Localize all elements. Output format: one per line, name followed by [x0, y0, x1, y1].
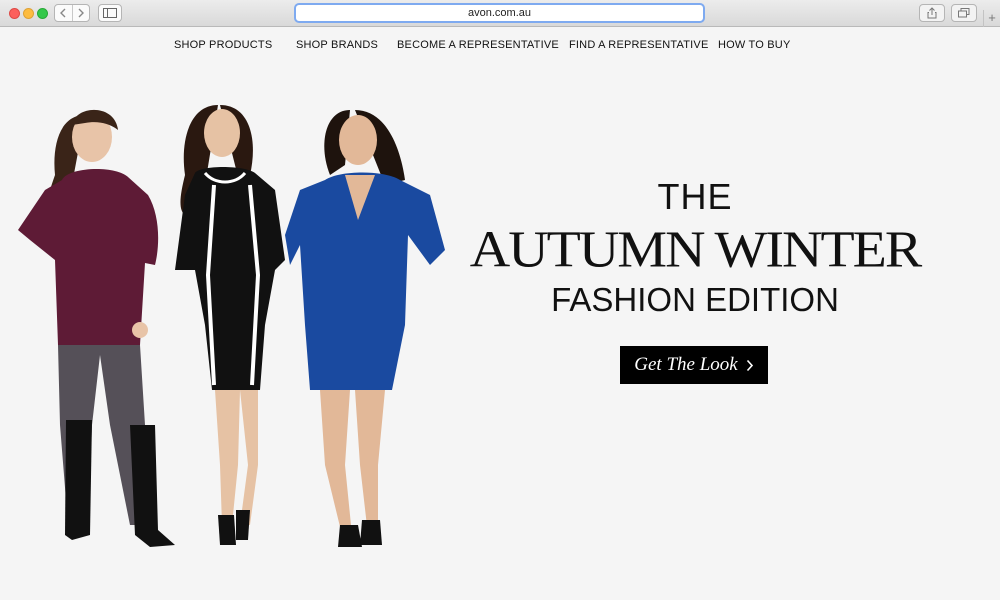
chevron-right-icon	[746, 359, 753, 371]
close-window-button[interactable]	[9, 8, 20, 19]
model-1-figure	[18, 109, 175, 547]
hero-models-image	[18, 105, 445, 547]
address-bar[interactable]: avon.com.au	[294, 3, 705, 23]
new-tab-button[interactable]: +	[983, 10, 1000, 27]
tabs-icon	[958, 8, 970, 18]
back-button[interactable]	[55, 5, 72, 21]
model-2-figure	[175, 105, 285, 545]
chevron-left-icon	[60, 8, 66, 18]
browser-toolbar: avon.com.au +	[0, 0, 1000, 27]
history-nav	[54, 4, 90, 22]
nav-find-representative[interactable]: FIND A REPRESENTATIVE	[569, 39, 709, 51]
hero-title-line1: THE	[657, 176, 733, 217]
site-nav: SHOP PRODUCTS SHOP BRANDS BECOME A REPRE…	[0, 39, 1000, 53]
sidebar-icon	[103, 8, 117, 18]
nav-shop-brands[interactable]: SHOP BRANDS	[296, 39, 378, 51]
hero-title-line2: AUTUMN WINTER	[469, 221, 922, 279]
nav-become-representative[interactable]: BECOME A REPRESENTATIVE	[397, 39, 559, 51]
sidebar-toggle-button[interactable]	[98, 4, 122, 22]
minimize-window-button[interactable]	[23, 8, 34, 19]
share-button[interactable]	[919, 4, 945, 22]
nav-how-to-buy[interactable]: HOW TO BUY	[718, 39, 791, 51]
model-3-figure	[285, 110, 445, 547]
cta-label: Get The Look	[634, 354, 738, 375]
hero-title-line3: FASHION EDITION	[551, 281, 839, 318]
zoom-window-button[interactable]	[37, 8, 48, 19]
nav-shop-products[interactable]: SHOP PRODUCTS	[174, 39, 272, 51]
forward-button[interactable]	[71, 5, 90, 21]
get-the-look-button[interactable]: Get The Look	[620, 346, 768, 384]
show-tabs-button[interactable]	[951, 4, 977, 22]
chevron-right-icon	[78, 8, 84, 18]
share-icon	[927, 7, 937, 19]
